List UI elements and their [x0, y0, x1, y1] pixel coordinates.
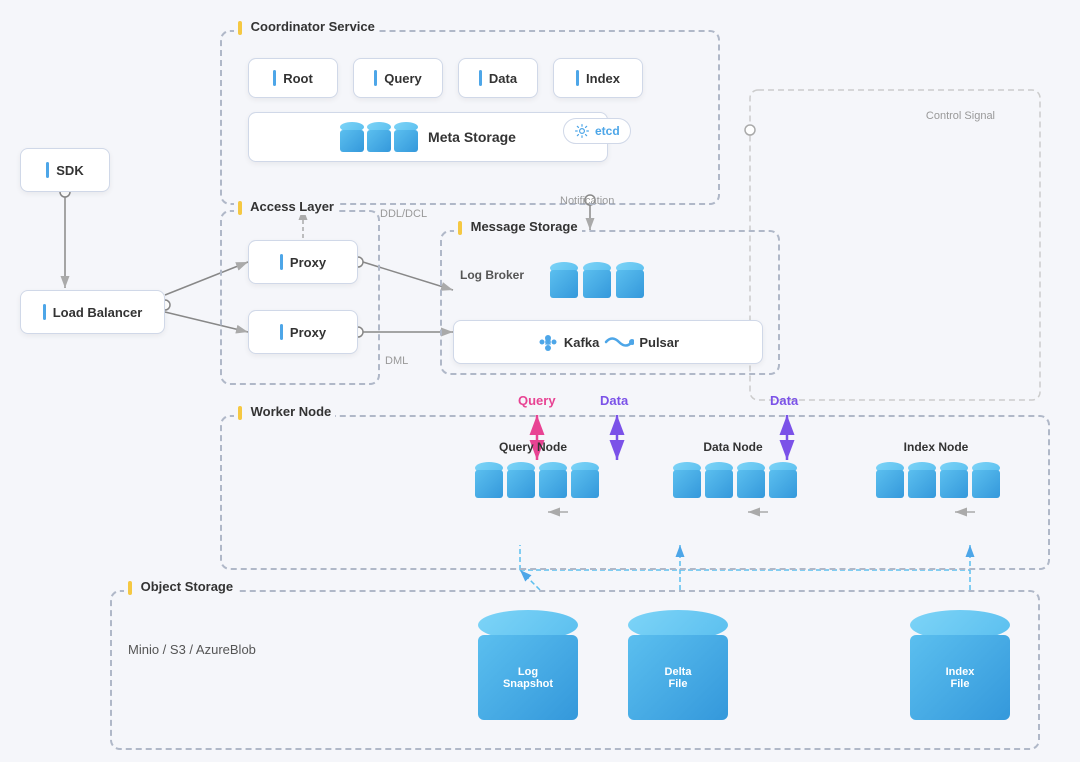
- delta-file-label: Delta File: [665, 666, 692, 690]
- sdk-label: SDK: [56, 163, 83, 178]
- meta-cylinders: [340, 122, 418, 152]
- proxy2-label: Proxy: [290, 325, 326, 340]
- log-snapshot-label: Log Snapshot: [503, 666, 553, 690]
- index-coord-card: Index: [553, 58, 643, 98]
- pulsar-label: Pulsar: [639, 335, 679, 350]
- lb-bar: [43, 304, 46, 320]
- data-node-label: Data Node: [683, 440, 783, 454]
- sdk-bar: [46, 162, 49, 178]
- log-snapshot-cylinder: Log Snapshot: [478, 610, 578, 720]
- notification-label: Notification: [560, 195, 614, 207]
- worker-bar-icon: [238, 406, 242, 420]
- index-coord-label: Index: [586, 71, 620, 86]
- index-file-cylinder: Index File: [910, 610, 1010, 720]
- query-node-cylinders: [475, 462, 599, 498]
- dml-label: DML: [385, 355, 408, 367]
- index-coord-bar: [576, 70, 579, 86]
- delta-file-cylinder: Delta File: [628, 610, 728, 720]
- object-storage-label: Object Storage: [124, 579, 237, 595]
- index-node-cylinders: [876, 462, 1000, 498]
- kafka-label: Kafka: [564, 335, 599, 350]
- proxy1-card: Proxy: [248, 240, 358, 284]
- proxy2-card: Proxy: [248, 310, 358, 354]
- query-coord-card: Query: [353, 58, 443, 98]
- root-bar: [273, 70, 276, 86]
- coordinator-bar-icon: [238, 21, 242, 35]
- meta-storage-label: Meta Storage: [428, 129, 516, 145]
- proxy1-label: Proxy: [290, 255, 326, 270]
- object-storage-desc: Minio / S3 / AzureBlob: [128, 642, 256, 657]
- etcd-label: etcd: [595, 124, 620, 138]
- ddl-dcl-label: DDL/DCL: [380, 208, 427, 220]
- access-layer-label: Access Layer: [234, 199, 338, 215]
- query-coord-label: Query: [384, 71, 422, 86]
- data-arrow-label-1: Data: [600, 393, 628, 408]
- coordinator-label: Coordinator Service: [234, 19, 379, 35]
- access-bar-icon: [238, 201, 242, 215]
- object-bar-icon: [128, 581, 132, 595]
- data-node-cylinders: [673, 462, 797, 498]
- diagram-container: SDK Load Balancer Coordinator Service Ro…: [0, 0, 1080, 762]
- access-layer-box: Access Layer: [220, 210, 380, 385]
- log-broker-label: Log Broker: [460, 268, 524, 282]
- message-bar-icon: [458, 221, 462, 235]
- proxy1-bar: [280, 254, 283, 270]
- index-file-label: Index File: [946, 666, 975, 690]
- etcd-gear-icon: [574, 123, 590, 139]
- kafka-pulsar-card: Kafka Pulsar: [453, 320, 763, 364]
- query-node-label: Query Node: [483, 440, 583, 454]
- control-signal-label: Control Signal: [926, 110, 995, 122]
- data-coord-label: Data: [489, 71, 517, 86]
- root-card: Root: [248, 58, 338, 98]
- index-node-label: Index Node: [886, 440, 986, 454]
- root-label: Root: [283, 71, 313, 86]
- worker-node-label: Worker Node: [234, 404, 335, 420]
- kafka-icon: [537, 331, 559, 353]
- load-balancer-card: Load Balancer: [20, 290, 165, 334]
- meta-storage-card: Meta Storage: [248, 112, 608, 162]
- data-coord-bar: [479, 70, 482, 86]
- proxy2-bar: [280, 324, 283, 340]
- data-arrow-label-2: Data: [770, 393, 798, 408]
- log-broker-cylinders: [550, 262, 644, 298]
- lb-label: Load Balancer: [53, 305, 143, 320]
- query-coord-bar: [374, 70, 377, 86]
- data-coord-card: Data: [458, 58, 538, 98]
- query-arrow-label: Query: [518, 393, 556, 408]
- etcd-badge: etcd: [563, 118, 631, 144]
- message-storage-label: Message Storage: [454, 219, 582, 235]
- sdk-card: SDK: [20, 148, 110, 192]
- pulsar-icon: [604, 331, 634, 353]
